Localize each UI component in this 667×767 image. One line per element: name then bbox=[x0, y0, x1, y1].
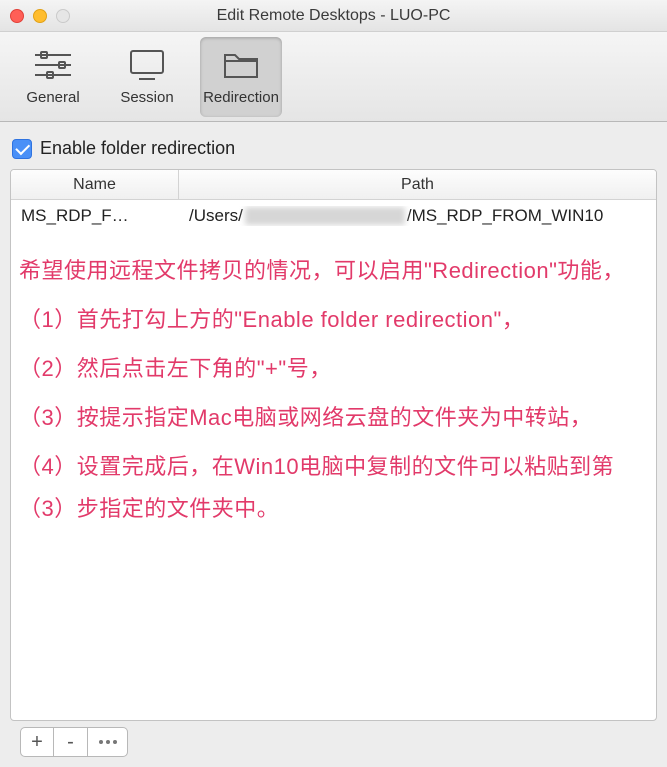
annotation-line-2: （1）首先打勾上方的"Enable folder redirection"， bbox=[19, 299, 648, 342]
redirection-panel: Enable folder redirection Name Path MS_R… bbox=[0, 122, 667, 767]
tab-session[interactable]: Session bbox=[106, 37, 188, 117]
enable-folder-redirection-label: Enable folder redirection bbox=[40, 138, 235, 159]
annotation-line-1: 希望使用远程文件拷贝的情况，可以启用"Redirection"功能， bbox=[19, 250, 648, 293]
tab-general-label: General bbox=[26, 89, 79, 106]
cell-path: /Users/ /MS_RDP_FROM_WIN10 bbox=[179, 206, 656, 226]
monitor-icon bbox=[125, 47, 169, 83]
tab-general[interactable]: General bbox=[12, 37, 94, 117]
tab-redirection[interactable]: Redirection bbox=[200, 37, 282, 117]
tab-session-label: Session bbox=[120, 89, 173, 106]
table-header: Name Path bbox=[11, 170, 656, 200]
enable-folder-redirection-checkbox[interactable] bbox=[12, 139, 32, 159]
redacted-segment bbox=[245, 207, 405, 225]
cell-path-suffix: /MS_RDP_FROM_WIN10 bbox=[407, 206, 603, 226]
toolbar: General Session Redirection bbox=[0, 32, 667, 122]
annotation-line-4: （3）按提示指定Mac电脑或网络云盘的文件夹为中转站， bbox=[19, 397, 648, 440]
tab-redirection-label: Redirection bbox=[203, 89, 279, 106]
ellipsis-icon bbox=[99, 740, 117, 744]
cell-name: MS_RDP_F… bbox=[11, 206, 179, 226]
more-actions-button[interactable] bbox=[88, 727, 128, 757]
window-title: Edit Remote Desktops - LUO-PC bbox=[0, 7, 667, 25]
table-row[interactable]: MS_RDP_F… /Users/ /MS_RDP_FROM_WIN10 bbox=[11, 200, 656, 232]
window: Edit Remote Desktops - LUO-PC General bbox=[0, 0, 667, 767]
sliders-icon bbox=[31, 47, 75, 83]
titlebar: Edit Remote Desktops - LUO-PC bbox=[0, 0, 667, 32]
enable-folder-redirection-row: Enable folder redirection bbox=[10, 138, 657, 169]
column-header-path[interactable]: Path bbox=[179, 170, 656, 199]
folder-icon bbox=[219, 47, 263, 83]
add-folder-button[interactable]: + bbox=[20, 727, 54, 757]
cell-path-prefix: /Users/ bbox=[189, 206, 243, 226]
folder-table: Name Path MS_RDP_F… /Users/ /MS_RDP_FROM… bbox=[10, 169, 657, 721]
table-button-bar: + - bbox=[10, 721, 657, 761]
annotation-line-5: （4）设置完成后，在Win10电脑中复制的文件可以粘贴到第（3）步指定的文件夹中… bbox=[19, 446, 648, 532]
annotation-line-3: （2）然后点击左下角的"+"号， bbox=[19, 348, 648, 391]
remove-folder-button[interactable]: - bbox=[54, 727, 88, 757]
column-header-name[interactable]: Name bbox=[11, 170, 179, 199]
annotation-overlay: 希望使用远程文件拷贝的情况，可以启用"Redirection"功能， （1）首先… bbox=[11, 232, 656, 537]
